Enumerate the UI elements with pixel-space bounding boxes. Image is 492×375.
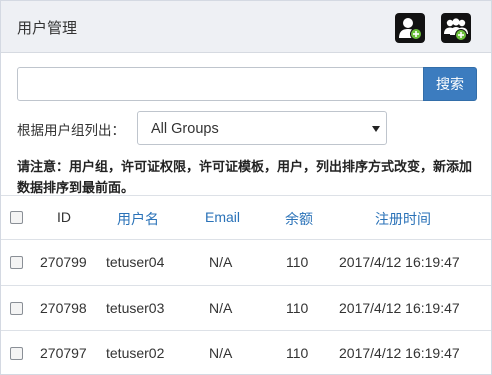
table-header-row: ID 用户名 Email 余额 注册时间 — [1, 195, 491, 239]
cell-username: tetuser03 — [106, 300, 165, 316]
search-button[interactable]: 搜索 — [423, 67, 477, 101]
cell-registered: 2017/4/12 16:19:47 — [339, 345, 460, 361]
panel-header: 用户管理 — [1, 1, 491, 53]
column-header-email[interactable]: Email — [205, 209, 240, 225]
select-all-checkbox[interactable] — [10, 211, 23, 224]
cell-id: 270797 — [40, 345, 87, 361]
chevron-down-icon — [372, 126, 380, 132]
column-header-username[interactable]: 用户名 — [117, 209, 159, 229]
page-title: 用户管理 — [17, 20, 78, 37]
cell-balance: 110 — [286, 345, 309, 361]
add-user-group-button[interactable] — [441, 13, 471, 43]
row-checkbox[interactable] — [10, 347, 23, 360]
row-checkbox[interactable] — [10, 256, 23, 269]
cell-balance: 110 — [286, 254, 309, 270]
table-row[interactable]: 270797 tetuser02 N/A 110 2017/4/12 16:19… — [1, 330, 491, 375]
cell-username: tetuser04 — [106, 254, 165, 270]
cell-registered: 2017/4/12 16:19:47 — [339, 300, 460, 316]
group-filter-select[interactable]: All Groups — [137, 111, 387, 145]
sort-notice: 请注意：用户组，许可证权限，许可证模板，用户，列出排序方式改变，新添加数据排序到… — [17, 159, 473, 195]
cell-email: N/A — [209, 345, 233, 361]
cell-balance: 110 — [286, 300, 309, 316]
row-checkbox[interactable] — [10, 302, 23, 315]
group-filter-value: All Groups — [151, 121, 219, 137]
cell-registered: 2017/4/12 16:19:47 — [339, 254, 460, 270]
search-bar: 搜索 — [17, 67, 477, 101]
cell-id: 270799 — [40, 254, 87, 270]
cell-email: N/A — [209, 300, 233, 316]
cell-id: 270798 — [40, 300, 87, 316]
add-user-icon — [399, 18, 422, 40]
column-header-registered[interactable]: 注册时间 — [375, 209, 431, 229]
user-management-panel: 用户管理 搜索 根据用户组列出： All Groups 请注意：用户组，许可证权… — [0, 0, 492, 375]
cell-email: N/A — [209, 254, 233, 270]
table-row[interactable]: 270798 tetuser03 N/A 110 2017/4/12 16:19… — [1, 285, 491, 330]
column-header-balance[interactable]: 余额 — [285, 209, 313, 229]
group-filter-label: 根据用户组列出： — [17, 123, 125, 138]
search-input[interactable] — [17, 67, 424, 101]
column-header-id: ID — [57, 209, 71, 225]
add-user-group-icon — [444, 18, 468, 41]
table-row[interactable]: 270799 tetuser04 N/A 110 2017/4/12 16:19… — [1, 239, 491, 285]
add-user-button[interactable] — [395, 13, 425, 43]
cell-username: tetuser02 — [106, 345, 165, 361]
